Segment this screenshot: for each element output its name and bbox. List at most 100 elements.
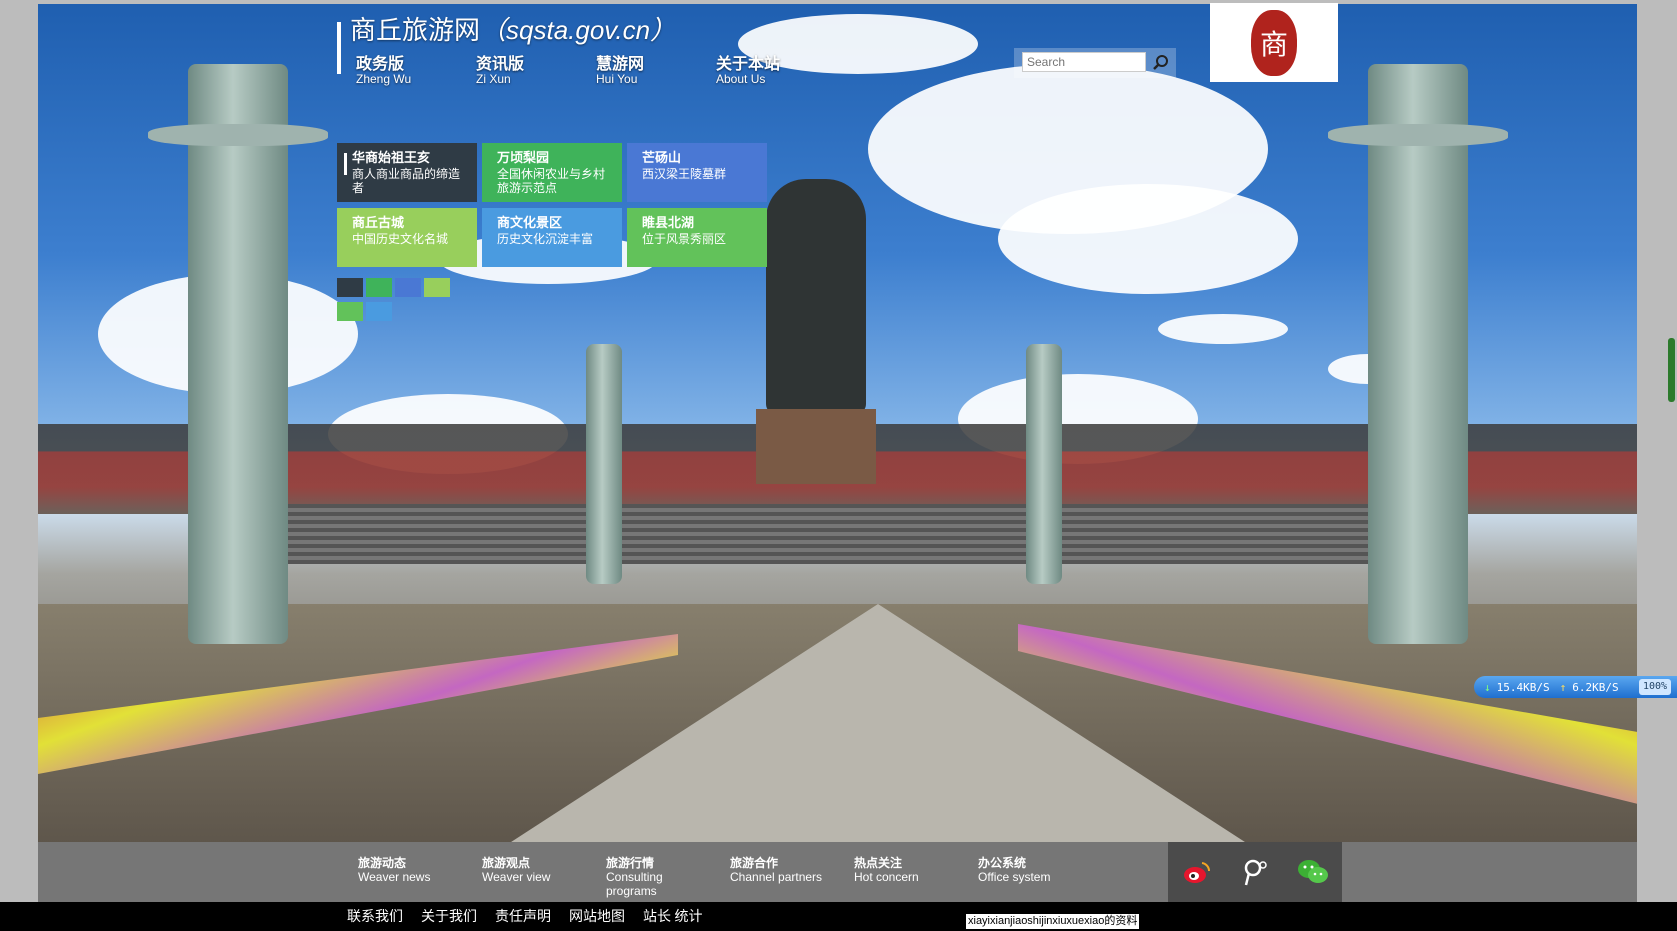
color-dot[interactable] bbox=[424, 278, 450, 297]
tile-title: 商丘古城 bbox=[352, 215, 405, 230]
tile-desc: 历史文化沉淀丰富 bbox=[497, 232, 594, 246]
footer-link-label: 旅游合作 bbox=[730, 856, 779, 870]
nav-zhengwu[interactable]: 政务版 Zheng Wu bbox=[356, 50, 476, 86]
link-stats[interactable]: 站长 统计 bbox=[643, 906, 703, 926]
tile-desc: 商人商业商品的缔造者 bbox=[352, 167, 461, 195]
nav-label: 关于本站 bbox=[716, 56, 781, 73]
footer-link-sublabel: programs bbox=[606, 884, 657, 898]
tile-desc: 西汉梁王陵墓群 bbox=[642, 167, 727, 181]
tencent-weibo-button[interactable] bbox=[1226, 842, 1284, 902]
tile-title: 华商始祖王亥 bbox=[352, 150, 431, 165]
color-dot[interactable] bbox=[366, 278, 392, 297]
link-sitemap[interactable]: 网站地图 bbox=[569, 906, 625, 926]
footer-link-label: 旅游动态 bbox=[358, 856, 407, 870]
status-tooltip: xiayixianjiaoshijinxiuxuexiao的资料 bbox=[966, 914, 1140, 929]
footer-link-partners[interactable]: 旅游合作 Channel partners bbox=[730, 856, 854, 898]
tile-shangwenhua[interactable]: 商文化景区历史文化沉淀丰富 bbox=[482, 208, 622, 267]
footer-link-label: 热点关注 bbox=[854, 856, 903, 870]
tile-desc: 中国历史文化名城 bbox=[352, 232, 449, 246]
temple-stairs bbox=[288, 504, 1388, 564]
footer-link-sublabel: Weaver news bbox=[358, 870, 431, 884]
title-accent-bar bbox=[337, 22, 341, 74]
page-margin-right bbox=[1637, 0, 1677, 902]
footer-link-hot[interactable]: 热点关注 Hot concern bbox=[854, 856, 978, 898]
totem-pillar-small bbox=[1026, 344, 1062, 584]
nav-sublabel: About Us bbox=[716, 72, 766, 86]
search-box bbox=[1014, 48, 1176, 78]
cloud bbox=[1158, 314, 1288, 344]
color-dot[interactable] bbox=[337, 302, 363, 321]
tile-gucheng[interactable]: 商丘古城中国历史文化名城 bbox=[337, 208, 477, 267]
pillar-wing bbox=[148, 124, 328, 146]
link-about[interactable]: 关于我们 bbox=[421, 906, 477, 926]
speed-percent: 100% bbox=[1639, 679, 1671, 695]
tile-desc: 全国休闲农业与乡村旅游示范点 bbox=[497, 167, 606, 195]
footer-link-news[interactable]: 旅游动态 Weaver news bbox=[358, 856, 482, 898]
site-logo[interactable]: 商 bbox=[1210, 3, 1338, 82]
nav-about[interactable]: 关于本站 About Us bbox=[716, 50, 836, 86]
nav-sublabel: Zheng Wu bbox=[356, 72, 412, 86]
stone-walkway bbox=[508, 604, 1248, 842]
statue-pedestal bbox=[756, 409, 876, 484]
tile-title: 万顷梨园 bbox=[497, 150, 550, 165]
tile-title: 芒砀山 bbox=[642, 150, 682, 165]
scroll-handle[interactable] bbox=[1668, 338, 1675, 402]
footer-navigation: 旅游动态 Weaver news 旅游观点 Weaver view 旅游行情 Cons… bbox=[358, 856, 1102, 898]
nav-label: 资讯版 bbox=[476, 56, 525, 73]
footer-link-sublabel: Channel partners bbox=[730, 870, 823, 884]
search-icon[interactable] bbox=[1152, 54, 1170, 72]
footer-link-office[interactable]: 办公系统 Office system bbox=[978, 856, 1102, 898]
tile-desc: 位于风景秀丽区 bbox=[642, 232, 727, 246]
tile-liyuan[interactable]: 万顷梨园全国休闲农业与乡村旅游示范点 bbox=[482, 143, 622, 202]
bottom-bar bbox=[0, 902, 1677, 931]
tencent-weibo-icon bbox=[1244, 859, 1267, 886]
wechat-button[interactable] bbox=[1284, 842, 1342, 902]
page-margin-left bbox=[0, 0, 38, 902]
tile-title: 商文化景区 bbox=[497, 215, 563, 230]
site-url: （sqsta.gov.cn） bbox=[480, 15, 677, 45]
tile-beihu[interactable]: 睢县北湖位于风景秀丽区 bbox=[627, 208, 767, 267]
pillar-wing bbox=[1328, 124, 1508, 146]
wechat-icon bbox=[1298, 860, 1328, 883]
footer-link-sublabel: Weaver view bbox=[482, 870, 551, 884]
nav-label: 政务版 bbox=[356, 56, 405, 73]
footer-link-sublabel: Hot concern bbox=[854, 870, 919, 884]
nav-sublabel: Zi Xun bbox=[476, 72, 511, 86]
link-contact[interactable]: 联系我们 bbox=[347, 906, 403, 926]
footer-link-label: 旅游行情 bbox=[606, 856, 655, 870]
search-input[interactable] bbox=[1022, 52, 1146, 72]
network-speed-widget[interactable]: ↓ 15.4KB/S ↑ 6.2KB/S 100% bbox=[1474, 676, 1677, 698]
totem-pillar-left bbox=[188, 64, 288, 644]
top-navigation: 政务版 Zheng Wu 资讯版 Zi Xun 慧游网 Hui You 关于本站 Abo… bbox=[356, 50, 836, 86]
weibo-icon bbox=[1184, 862, 1211, 883]
footer-link-view[interactable]: 旅游观点 Weaver view bbox=[482, 856, 606, 898]
tile-wanghai[interactable]: 华商始祖王亥商人商业商品的缔造者 bbox=[337, 143, 477, 202]
link-disclaimer[interactable]: 责任声明 bbox=[495, 906, 551, 926]
totem-pillar-right bbox=[1368, 64, 1468, 644]
footer-link-sublabel: Consulting bbox=[606, 870, 663, 884]
statue bbox=[766, 179, 866, 414]
site-name: 商丘旅游网 bbox=[350, 16, 481, 45]
seal-logo-icon: 商 bbox=[1251, 9, 1297, 76]
nav-huiyou[interactable]: 慧游网 Hui You bbox=[596, 50, 716, 86]
color-dot[interactable] bbox=[337, 278, 363, 297]
upload-speed: 6.2KB/S bbox=[1572, 680, 1619, 694]
download-speed: 15.4KB/S bbox=[1496, 680, 1550, 694]
tile-title: 睢县北湖 bbox=[642, 215, 695, 230]
cloud bbox=[998, 184, 1298, 294]
bottom-links: 联系我们 关于我们 责任声明 网站地图 站长 统计 bbox=[347, 906, 721, 926]
nav-label: 慧游网 bbox=[596, 56, 645, 73]
nav-zixun[interactable]: 资讯版 Zi Xun bbox=[476, 50, 596, 86]
color-dot[interactable] bbox=[395, 278, 421, 297]
footer-link-consulting[interactable]: 旅游行情 Consulting programs bbox=[606, 856, 730, 898]
tile-mangdangshan[interactable]: 芒砀山西汉梁王陵墓群 bbox=[627, 143, 767, 202]
weibo-button[interactable] bbox=[1168, 842, 1226, 902]
site-title: 商丘旅游网（sqsta.gov.cn） bbox=[350, 10, 676, 47]
download-arrow-icon: ↓ bbox=[1484, 680, 1491, 694]
footer-link-label: 旅游观点 bbox=[482, 856, 531, 870]
totem-pillar-small bbox=[586, 344, 622, 584]
color-dot[interactable] bbox=[366, 302, 392, 321]
tile-active-marker bbox=[344, 153, 347, 175]
nav-sublabel: Hui You bbox=[596, 72, 638, 86]
footer-link-label: 办公系统 bbox=[978, 856, 1027, 870]
